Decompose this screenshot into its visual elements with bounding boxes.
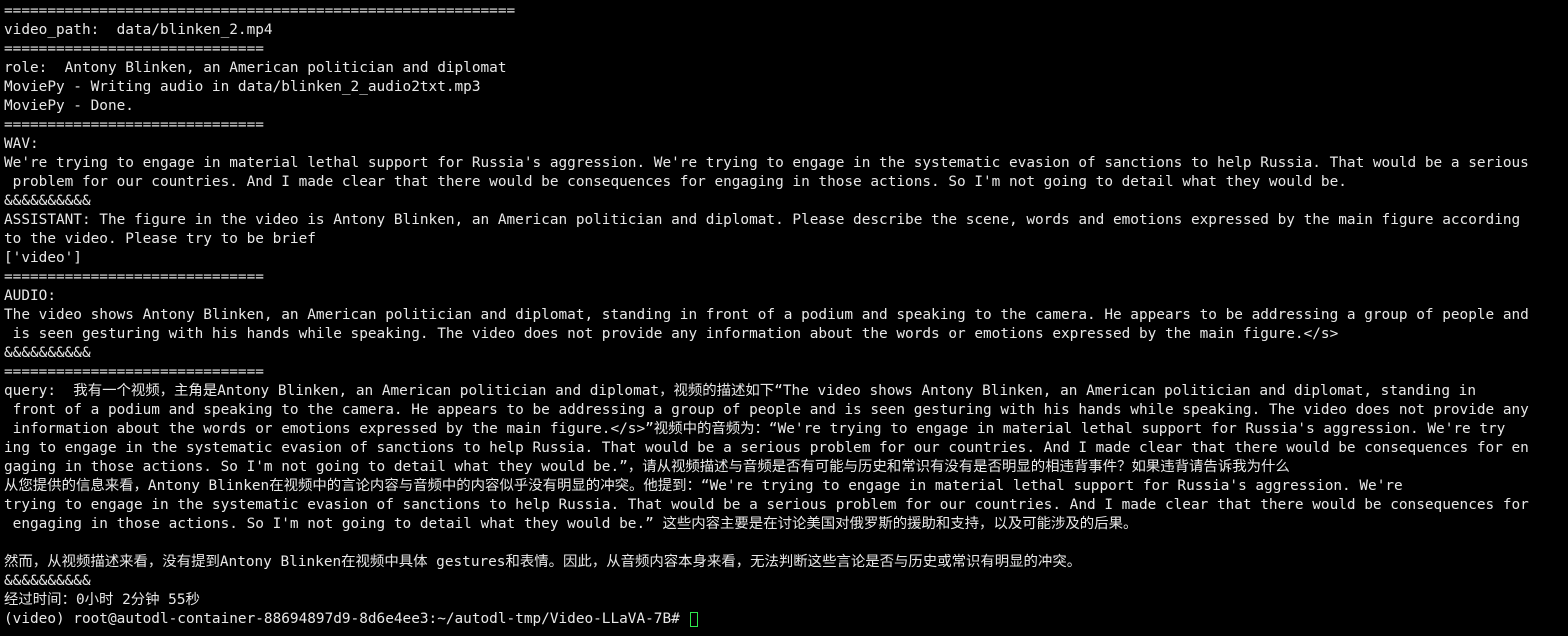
output-line: ASSISTANT: The figure in the video is An… xyxy=(4,212,1521,228)
output-line: engaging in those actions. So I'm not go… xyxy=(4,516,1138,532)
output-line: 然而，从视频描述来看，没有提到Antony Blinken在视频中具体 gest… xyxy=(4,554,1082,570)
output-line: ========================================… xyxy=(4,3,516,19)
output-line: ============================== xyxy=(4,364,264,380)
output-line: &&&&&&&&&& xyxy=(4,193,91,209)
output-line: ============================== xyxy=(4,41,264,57)
output-line: &&&&&&&&&& xyxy=(4,345,91,361)
output-line: MoviePy - Done. xyxy=(4,98,134,114)
output-line: We're trying to engage in material letha… xyxy=(4,155,1529,171)
text-cursor xyxy=(690,612,699,627)
output-line: ing to engage in the systematic evasion … xyxy=(4,440,1529,456)
output-line: video_path: data/blinken_2.mp4 xyxy=(4,22,273,38)
output-line: gaging in those actions. So I'm not goin… xyxy=(4,459,1290,475)
output-line: information about the words or emotions … xyxy=(4,421,1506,437)
terminal-prompt-line[interactable]: (video) root@autodl-container-88694897d9… xyxy=(4,610,1568,629)
terminal-window[interactable]: ============================== ==========… xyxy=(0,0,1568,636)
output-line: &&&&&&&&&& xyxy=(4,573,91,589)
output-line: ============================== xyxy=(4,269,264,285)
shell-prompt: (video) root@autodl-container-88694897d9… xyxy=(4,611,689,627)
terminal-output: ============================== ==========… xyxy=(4,2,1568,610)
output-line: 从您提供的信息来看，Antony Blinken在视频中的言论内容与音频中的内容… xyxy=(4,478,1403,494)
output-line: trying to engage in the systematic evasi… xyxy=(4,497,1529,513)
output-line: MoviePy - Writing audio in data/blinken_… xyxy=(4,79,481,95)
output-line: problem for our countries. And I made cl… xyxy=(4,174,1347,190)
output-line: The video shows Antony Blinken, an Ameri… xyxy=(4,307,1529,323)
output-line: to the video. Please try to be brief xyxy=(4,231,316,247)
output-line: role: Antony Blinken, an American politi… xyxy=(4,60,507,76)
output-line: ['video'] xyxy=(4,250,82,266)
output-line: 经过时间：0小时 2分钟 55秒 xyxy=(4,592,200,608)
output-line: is seen gesturing with his hands while s… xyxy=(4,326,1339,342)
output-line: front of a podium and speaking to the ca… xyxy=(4,402,1529,418)
output-line: AUDIO: xyxy=(4,288,56,304)
output-line: WAV: xyxy=(4,136,39,152)
output-line: query: 我有一个视频，主角是Antony Blinken, an Amer… xyxy=(4,383,1476,399)
output-line: ============================== xyxy=(4,117,264,133)
